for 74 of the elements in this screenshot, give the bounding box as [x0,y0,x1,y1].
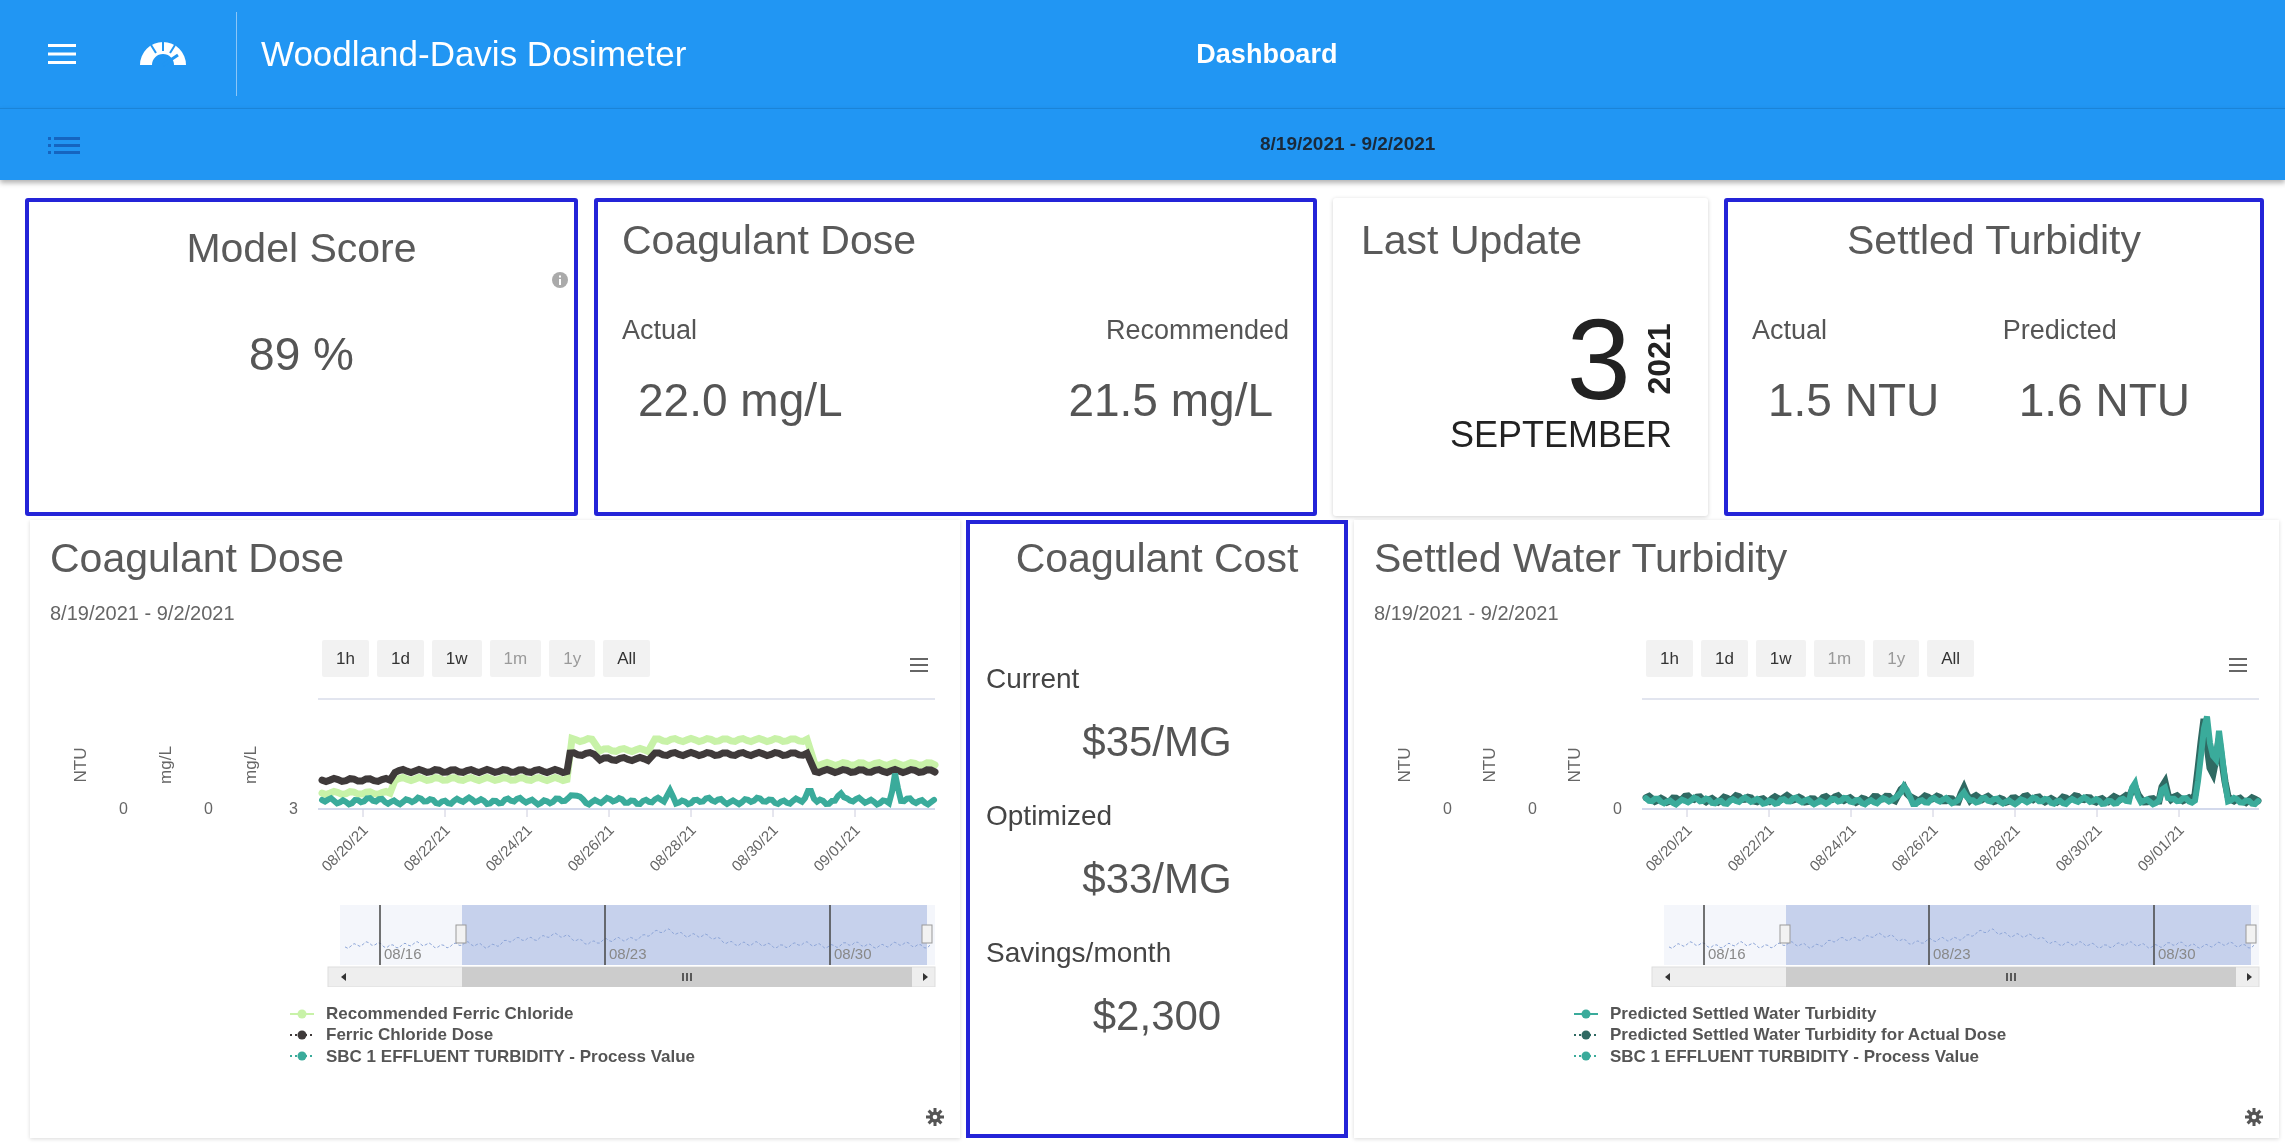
metric-value: 1.6 NTU [2017,373,2191,428]
menu-icon[interactable] [910,658,928,673]
axis-label: NTU [71,747,90,783]
app-title: Woodland-Davis Dosimeter [261,32,687,75]
axis-tick-label: 0 [204,800,213,817]
axis-label: NTU [1565,747,1584,783]
metric-label: Savings/month [986,935,1173,970]
navigator-drawing[interactable] [340,905,935,965]
legend-label[interactable]: SBC 1 EFFLUENT TURBIDITY - Process Value [1610,1045,1980,1067]
metric-label: Actual [1752,313,1828,347]
legend-label[interactable]: Predicted Settled Water Turbidity [1610,1003,1877,1025]
axis-label: mg/L [156,746,175,784]
date-day: 3 [1566,301,1631,417]
axis-label: NTU [1480,747,1499,783]
axis-label: mg/L [241,746,260,784]
scrollbar[interactable] [327,966,936,987]
metric-value: $2,300 [1091,990,1223,1041]
range-button[interactable]: 1w [1755,639,1806,677]
range-button[interactable]: 1w [431,639,482,677]
scrollbar[interactable] [1651,966,2260,987]
info-icon[interactable] [552,272,568,288]
metric-label: Optimized [986,798,1114,833]
list-icon[interactable] [48,134,80,155]
menu-icon[interactable] [2229,658,2247,673]
axis-tick-label: 0 [1528,800,1537,817]
navigator-label: 08/23 [609,945,647,962]
range-button[interactable]: 1d [376,639,424,677]
score-value: 89 % [249,326,354,382]
range-button[interactable]: 1h [1646,639,1693,677]
card-title: Last Update [1361,216,1584,265]
card-title: Coagulant Cost [1014,534,1300,583]
navigator-label: 08/23 [1933,945,1971,962]
card-title: Coagulant Dose [622,216,918,265]
metric-label: Recommended [1105,313,1289,347]
metric-value: $33/MG [1081,853,1233,904]
range-button[interactable]: 1d [1700,639,1748,677]
chart-date-range: 8/19/2021 - 9/2/2021 [50,600,236,626]
chart-title: Coagulant Dose [50,534,346,583]
navigator-label: 08/30 [2158,945,2196,962]
axis-label: NTU [1395,747,1414,783]
metric-value: 21.5 mg/L [1067,373,1274,428]
gauge-icon [138,41,188,67]
date-year: 2021 [1639,323,1678,395]
card-title: Model Score [186,224,417,273]
metric-value: $35/MG [1081,716,1233,767]
metric-label: Actual [622,313,698,347]
card-title: Settled Turbidity [1846,216,2142,265]
legend-label[interactable]: Recommended Ferric Chloride [326,1003,574,1025]
menu-icon[interactable] [48,43,76,65]
metric-label: Current [986,661,1081,696]
metric-label: Predicted [2002,313,2117,347]
date-month: SEPTEMBER [1449,416,1672,453]
navigator-label: 08/16 [1708,945,1746,962]
settings-icon[interactable] [926,1108,944,1126]
metric-value: 1.5 NTU [1767,373,1941,428]
chart-title: Settled Water Turbidity [1374,534,1789,583]
axis-tick-label: 3 [289,800,298,817]
navigator-label: 08/16 [384,945,422,962]
date-range: 8/19/2021 - 9/2/2021 [1260,132,1436,157]
settings-icon[interactable] [2245,1108,2263,1126]
legend-label[interactable]: Predicted Settled Water Turbidity for Actual Dose [1610,1024,2007,1046]
range-button[interactable]: 1h [322,639,369,677]
navigator-label: 08/30 [834,945,872,962]
range-button[interactable]: All [603,639,651,677]
chart-date-range: 8/19/2021 - 9/2/2021 [1374,600,1560,626]
navigator-drawing[interactable] [1664,905,2259,965]
legend-label[interactable]: SBC 1 EFFLUENT TURBIDITY - Process Value [326,1045,696,1067]
range-button[interactable]: All [1927,639,1975,677]
axis-tick-label: 0 [1443,800,1452,817]
axis-tick-label: 0 [119,800,128,817]
metric-value: 22.0 mg/L [637,373,844,428]
legend-label[interactable]: Ferric Chloride Dose [326,1024,494,1046]
page-title: Dashboard [1196,37,1338,71]
axis-tick-label: 0 [1613,800,1622,817]
